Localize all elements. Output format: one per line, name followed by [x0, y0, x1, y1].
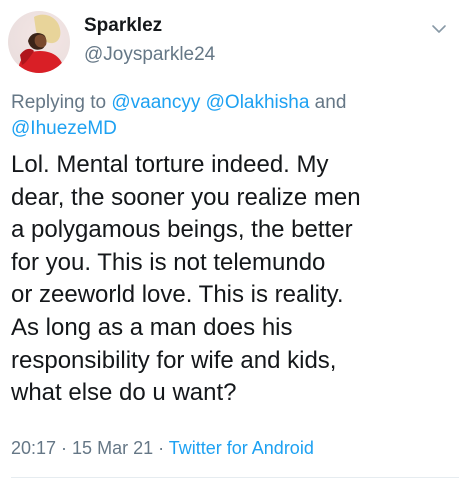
- tweet-text-line: responsibility for wife and kids,: [11, 346, 337, 374]
- tweet-detail: Sparklez @Joysparkle24 Replying to @vaan…: [0, 0, 459, 483]
- tweet-text-line: or zeeworld love. This is reality.: [11, 281, 344, 309]
- author-name[interactable]: Sparklez: [84, 15, 162, 37]
- replying-to-label: Replying to: [11, 92, 112, 113]
- tweet-text-line: Lol. Mental torture indeed. My: [11, 151, 329, 178]
- chevron-down-icon[interactable]: [430, 20, 448, 38]
- divider: [11, 477, 459, 478]
- tweet-time[interactable]: 20:17: [11, 438, 56, 458]
- tweet-text: Lol. Mental torture indeed. My dear, the…: [11, 149, 451, 410]
- tweet-text-line: dear, the sooner you realize men: [11, 183, 361, 211]
- avatar[interactable]: [8, 11, 70, 73]
- tweet-text-line: for you. This is not telemundo: [11, 248, 326, 276]
- mention-link[interactable]: @vaancyy: [111, 92, 200, 113]
- tweet-source-link[interactable]: Twitter for Android: [169, 438, 314, 458]
- mention-link[interactable]: @IhuezeMD: [11, 118, 117, 139]
- mention-link[interactable]: @Olakhisha: [206, 92, 310, 113]
- tweet-text-line: a polygamous beings, the better: [11, 216, 353, 244]
- mentions-joiner: and: [309, 92, 347, 113]
- tweet-text-line: what else do u want?: [11, 379, 237, 407]
- tweet-meta: 20:17 · 15 Mar 21 · Twitter for Android: [11, 438, 314, 459]
- tweet-date[interactable]: 15 Mar 21: [72, 438, 153, 458]
- tweet-text-line: As long as a man does his: [11, 313, 293, 341]
- replying-to: Replying to @vaancyy @Olakhisha and @Ihu…: [11, 90, 451, 142]
- profile-photo-icon: [18, 14, 64, 73]
- author-handle[interactable]: @Joysparkle24: [84, 44, 215, 66]
- meta-separator: ·: [153, 438, 169, 458]
- meta-separator: ·: [56, 438, 73, 458]
